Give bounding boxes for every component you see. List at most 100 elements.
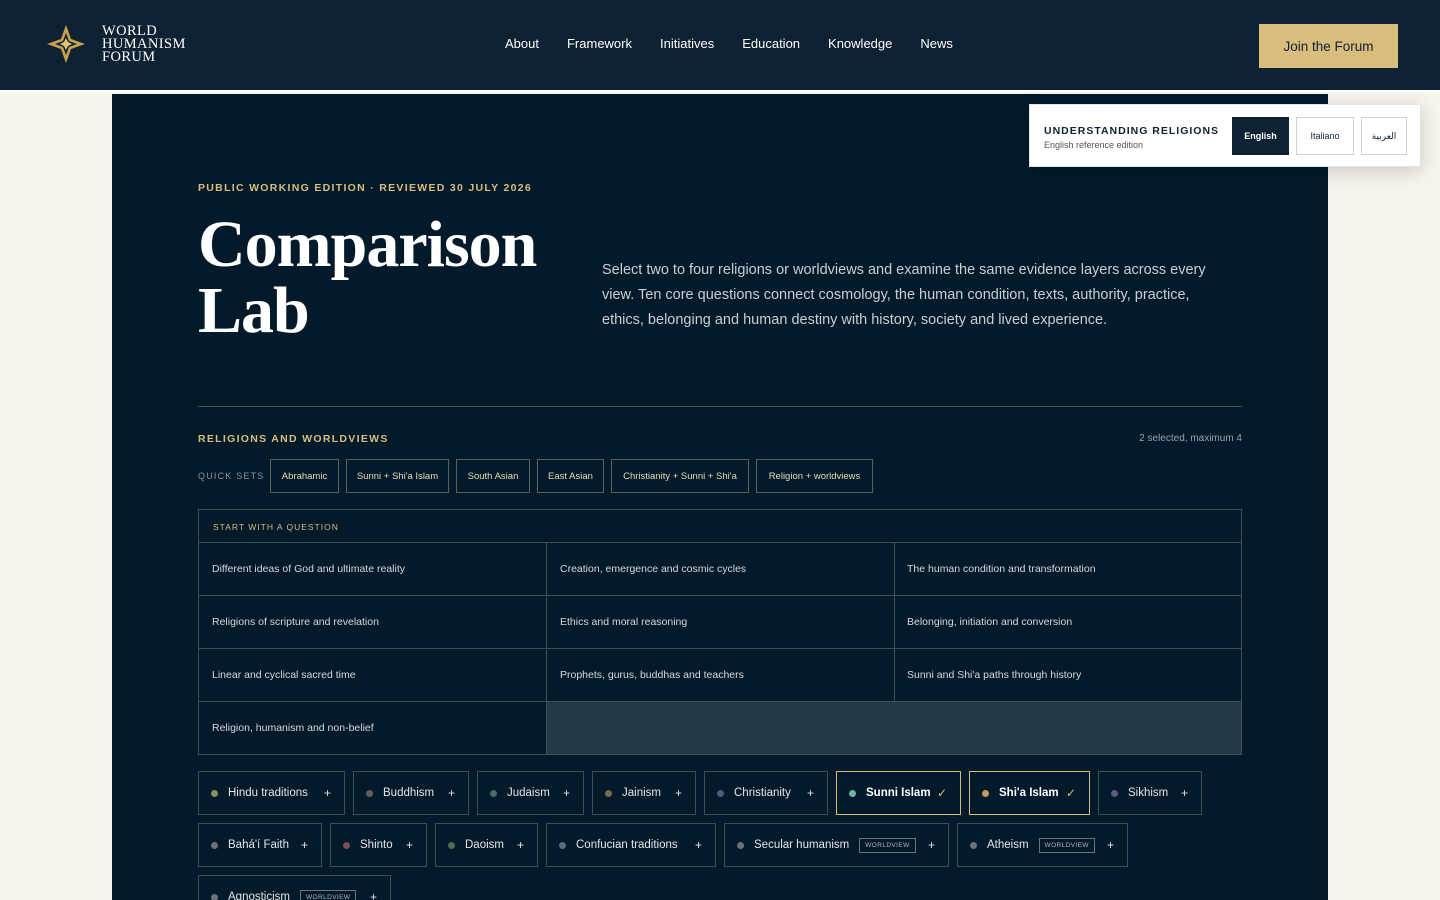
plus-icon: +: [405, 838, 413, 852]
religion-chip-label: Bahá'í Faith: [228, 839, 290, 851]
religion-chip[interactable]: Shi'a Islam ✓: [969, 771, 1090, 815]
quick-set-east-asian[interactable]: East Asian: [537, 459, 604, 493]
logo-wordmark: WORLD HUMANISM FORUM: [102, 23, 186, 65]
religion-chip-label: Judaism: [507, 787, 550, 799]
religion-chip-label: Sikhism: [1128, 787, 1169, 799]
religion-chip[interactable]: Daoism +: [435, 823, 538, 867]
religion-color-dot: [211, 841, 218, 849]
religion-chip[interactable]: Judaism +: [477, 771, 584, 815]
quick-set-south-asian[interactable]: South Asian: [456, 459, 530, 493]
page-title: Comparison Lab: [198, 208, 537, 347]
worldview-badge: WORLDVIEW: [300, 889, 357, 900]
religion-chip-label: Jainism: [622, 787, 661, 799]
nav-knowledge[interactable]: Knowledge: [828, 36, 892, 51]
question-option[interactable]: Different ideas of God and ultimate real…: [199, 543, 547, 596]
plus-icon: +: [369, 890, 377, 900]
logo-line: FORUM: [102, 48, 156, 65]
religion-color-dot: [970, 841, 977, 849]
plus-icon: +: [694, 838, 702, 852]
religion-chip[interactable]: Confucian traditions +: [546, 823, 716, 867]
nav-initiatives[interactable]: Initiatives: [660, 36, 714, 51]
join-forum-button[interactable]: Join the Forum: [1259, 24, 1398, 68]
religion-chip-label: Sunni Islam: [866, 787, 931, 799]
question-option[interactable]: Sunni and Shi'a paths through history: [894, 649, 1241, 702]
question-grid-header: START WITH A QUESTION: [199, 510, 1241, 543]
religion-color-dot: [343, 841, 350, 849]
language-switcher: UNDERSTANDING RELIGIONS English referenc…: [1029, 104, 1421, 167]
quick-set-sunni-shia[interactable]: Sunni + Shi'a Islam: [346, 459, 449, 493]
check-icon: ✓: [1065, 786, 1076, 800]
question-option[interactable]: Belonging, initiation and conversion: [894, 596, 1241, 649]
religion-chip[interactable]: Agnosticism WORLDVIEW +: [198, 875, 391, 900]
question-grid: START WITH A QUESTION Different ideas of…: [198, 509, 1242, 755]
religion-chip-label: Atheism: [987, 839, 1029, 851]
religion-color-dot: [1111, 789, 1118, 797]
lang-english-button[interactable]: English: [1232, 117, 1289, 155]
question-grid-empty-cell: [547, 702, 1241, 754]
religion-color-dot: [211, 893, 218, 900]
selection-status: 2 selected, maximum 4: [1139, 433, 1242, 444]
religion-chip-label: Secular humanism: [754, 839, 850, 851]
religion-chip-label: Daoism: [465, 839, 504, 851]
religion-chip[interactable]: Hindu traditions +: [198, 771, 345, 815]
religion-color-dot: [849, 789, 856, 797]
plus-icon: +: [806, 786, 814, 800]
plus-icon: +: [1106, 838, 1114, 852]
religion-color-dot: [717, 789, 724, 797]
worldview-badge: WORLDVIEW: [1038, 837, 1095, 853]
plus-icon: +: [927, 838, 935, 852]
plus-icon: +: [562, 786, 570, 800]
question-option[interactable]: Religions of scripture and revelation: [199, 596, 547, 649]
compass-star-icon: [47, 25, 85, 63]
plus-icon: +: [516, 838, 524, 852]
question-option[interactable]: Creation, emergence and cosmic cycles: [547, 543, 895, 596]
question-grid-heading: START WITH A QUESTION: [213, 522, 339, 532]
language-switcher-subtitle: English reference edition: [1044, 140, 1144, 150]
worldview-badge: WORLDVIEW: [859, 837, 916, 853]
lang-italiano-button[interactable]: Italiano: [1296, 117, 1354, 155]
quick-set-christianity-sunni-shia[interactable]: Christianity + Sunni + Shi'a: [611, 459, 749, 493]
main-nav: About Framework Initiatives Education Kn…: [505, 36, 953, 51]
plus-icon: +: [300, 838, 308, 852]
religion-chip[interactable]: Atheism WORLDVIEW +: [957, 823, 1128, 867]
lang-arabic-button[interactable]: العربية: [1361, 117, 1407, 155]
check-icon: ✓: [936, 786, 947, 800]
religion-chip[interactable]: Jainism +: [592, 771, 696, 815]
quick-sets-label: QUICK SETS: [198, 471, 265, 481]
religion-chip[interactable]: Buddhism +: [353, 771, 469, 815]
religion-chip[interactable]: Sunni Islam ✓: [836, 771, 961, 815]
religion-chip-label: Agnosticism: [228, 891, 290, 900]
question-option[interactable]: Religion, humanism and non-belief: [199, 702, 547, 754]
religion-chip[interactable]: Bahá'í Faith +: [198, 823, 322, 867]
intro-text: Select two to four religions or worldvie…: [602, 262, 1206, 328]
religion-color-dot: [448, 841, 455, 849]
religion-color-dot: [366, 789, 373, 797]
religion-chip[interactable]: Christianity +: [704, 771, 828, 815]
nav-education[interactable]: Education: [742, 36, 800, 51]
question-option[interactable]: Ethics and moral reasoning: [547, 596, 895, 649]
question-option[interactable]: The human condition and transformation: [894, 543, 1241, 596]
religion-chip-label: Hindu traditions: [228, 787, 308, 799]
quick-set-religion-worldviews[interactable]: Religion + worldviews: [756, 459, 873, 493]
question-option[interactable]: Prophets, gurus, buddhas and teachers: [547, 649, 895, 702]
plus-icon: +: [447, 786, 455, 800]
quick-set-abrahamic[interactable]: Abrahamic: [270, 459, 339, 493]
site-logo[interactable]: WORLD HUMANISM FORUM: [46, 23, 186, 65]
religion-chip[interactable]: Secular humanism WORLDVIEW +: [724, 823, 949, 867]
nav-news[interactable]: News: [920, 36, 953, 51]
plus-icon: +: [323, 786, 331, 800]
religion-chip[interactable]: Sikhism +: [1098, 771, 1202, 815]
religion-chip-label: Buddhism: [383, 787, 435, 799]
plus-icon: +: [1180, 786, 1188, 800]
religion-chip-label: Shinto: [360, 839, 393, 851]
language-switcher-title: UNDERSTANDING RELIGIONS: [1044, 125, 1220, 137]
religion-color-dot: [211, 789, 218, 797]
question-option[interactable]: Linear and cyclical sacred time: [199, 649, 547, 702]
edition-eyebrow: PUBLIC WORKING EDITION · REVIEWED 30 JUL…: [198, 182, 533, 194]
religions-section-title: RELIGIONS AND WORLDVIEWS: [198, 433, 389, 445]
religion-color-dot: [490, 789, 497, 797]
nav-framework[interactable]: Framework: [567, 36, 632, 51]
religion-chip[interactable]: Shinto +: [330, 823, 427, 867]
nav-about[interactable]: About: [505, 36, 539, 51]
plus-icon: +: [674, 786, 682, 800]
